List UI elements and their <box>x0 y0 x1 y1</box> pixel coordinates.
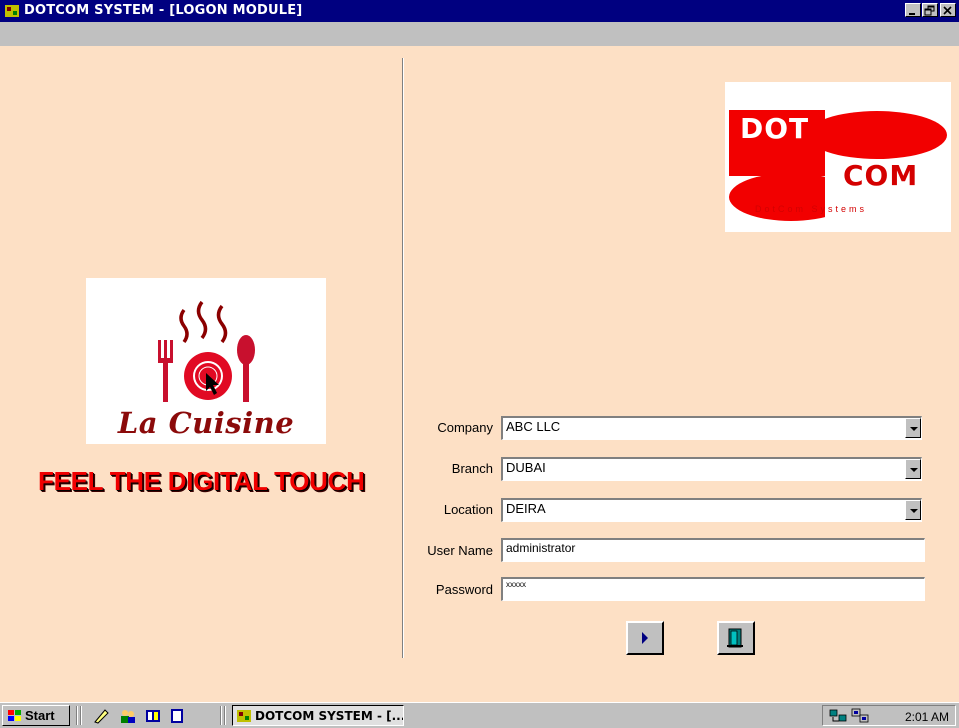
restore-button[interactable] <box>922 3 938 17</box>
branch-select[interactable]: DUBAI <box>501 457 922 481</box>
password-value: xxxxx <box>506 580 526 589</box>
task-label: DOTCOM SYSTEM - [... <box>255 709 404 723</box>
taskbar-separator <box>76 706 78 725</box>
dotcom-logo-subtitle: DotCom Systems <box>755 204 868 214</box>
panel-divider <box>402 58 404 658</box>
password-input[interactable]: xxxxx <box>501 577 925 601</box>
clock: 2:01 AM <box>904 710 949 724</box>
la-cuisine-text: La Cuisine <box>117 406 295 440</box>
close-button[interactable] <box>940 3 956 17</box>
password-label: Password <box>435 582 493 597</box>
username-label: User Name <box>427 543 493 558</box>
window-title: DOTCOM SYSTEM - [LOGON MODULE] <box>24 3 303 18</box>
start-label: Start <box>25 708 55 723</box>
restore-icon <box>924 5 935 16</box>
tagline: FEEL THE DIGITAL TOUCH <box>38 466 365 496</box>
taskbar-separator <box>80 706 82 725</box>
windows-logo-icon <box>8 710 21 721</box>
network-icon[interactable] <box>829 708 847 724</box>
company-label: Company <box>437 420 493 435</box>
company-value: ABC LLC <box>506 419 561 434</box>
username-input[interactable]: administrator <box>501 538 925 562</box>
la-cuisine-logo: La Cuisine <box>86 278 326 444</box>
branch-dropdown-arrow-icon[interactable] <box>905 459 921 479</box>
minimize-button[interactable] <box>905 3 921 17</box>
dotcom-logo: DOT COM DotCom Systems <box>725 82 951 232</box>
company-select[interactable]: ABC LLC <box>501 416 922 440</box>
play-arrow-icon <box>642 632 648 644</box>
location-dropdown-arrow-icon[interactable] <box>905 500 921 520</box>
app-icon <box>5 5 19 17</box>
start-button[interactable]: Start <box>2 705 70 726</box>
location-value: DEIRA <box>506 501 546 516</box>
exit-door-icon <box>727 628 743 648</box>
branch-label: Branch <box>451 461 493 476</box>
company-dropdown-arrow-icon[interactable] <box>905 418 921 438</box>
exit-button[interactable] <box>717 621 755 655</box>
location-select[interactable]: DEIRA <box>501 498 922 522</box>
taskbar-task-dotcom[interactable]: DOTCOM SYSTEM - [... <box>232 705 404 726</box>
quicklaunch-users-icon[interactable] <box>118 707 136 725</box>
taskbar-separator <box>224 706 226 725</box>
dotcom-logo-com: COM <box>843 159 919 192</box>
system-tray: 2:01 AM <box>822 705 956 726</box>
computers-icon[interactable] <box>851 708 869 724</box>
username-value: administrator <box>506 541 576 555</box>
app-icon <box>237 710 251 722</box>
taskbar-separator <box>220 706 222 725</box>
logon-panel: La Cuisine FEEL THE DIGITAL TOUCH DOT CO… <box>0 46 959 702</box>
menu-bar <box>0 22 959 47</box>
location-label: Location <box>443 502 493 517</box>
title-bar: DOTCOM SYSTEM - [LOGON MODULE] <box>0 0 959 22</box>
quicklaunch-book-icon[interactable] <box>168 707 186 725</box>
dotcom-logo-dot: DOT <box>740 112 810 145</box>
taskbar: Start DOTCOM SYSTEM - [... 2:01 AM <box>0 702 959 728</box>
minimize-icon <box>909 13 915 15</box>
close-icon <box>943 6 952 15</box>
branch-value: DUBAI <box>506 460 546 475</box>
quicklaunch-database-icon[interactable] <box>144 707 162 725</box>
quicklaunch-edit-icon[interactable] <box>92 707 110 725</box>
login-button[interactable] <box>626 621 664 655</box>
